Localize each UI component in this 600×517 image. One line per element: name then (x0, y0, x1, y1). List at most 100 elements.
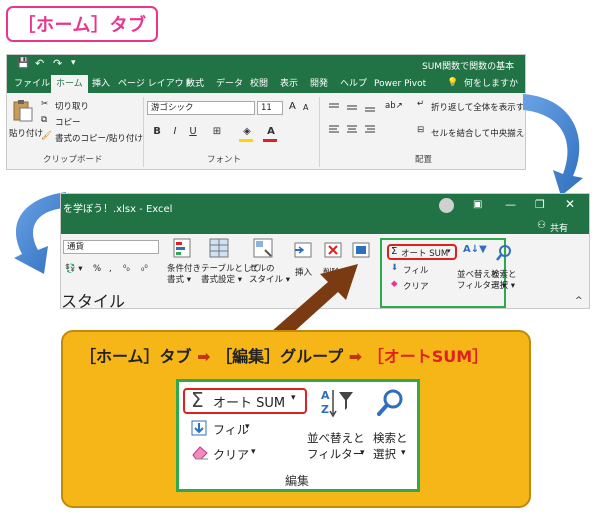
format-painter-button[interactable]: 書式のコピー/貼り付け (55, 132, 143, 144)
find-select-label-1[interactable]: 検索と (373, 430, 408, 446)
merge-icon[interactable]: ⊟ (417, 125, 424, 135)
chevron-down-icon[interactable]: ▾ (291, 393, 296, 403)
tab-developer[interactable]: 開発 (305, 75, 333, 93)
chevron-down-icon[interactable]: ▾ (245, 422, 250, 432)
copy-icon[interactable]: ⧉ (41, 115, 47, 125)
title-bar-2: を学ぼう！.xlsx - Excel ▣ — ❐ ✕ (61, 194, 589, 218)
find-select-button[interactable]: 検索と 選択 ▾ (491, 270, 517, 292)
undo-icon[interactable]: ↶ (35, 57, 44, 70)
curved-arrow-right (523, 94, 583, 196)
sort-filter-icon[interactable]: A↓▼ (463, 244, 487, 255)
tab-file[interactable]: ファイル (9, 75, 55, 93)
share-icon[interactable]: ⚇ (537, 220, 546, 231)
ribbon-tabs-2: ⚇ 共有 (61, 218, 589, 234)
home-tab-callout: ［ホーム］タブ (6, 6, 158, 42)
copy-button[interactable]: コピー (55, 116, 81, 128)
borders-icon[interactable]: ⊞ (209, 125, 225, 139)
tab-formulas[interactable]: 数式 (181, 75, 209, 93)
eraser-icon[interactable] (191, 444, 209, 460)
separator (143, 97, 144, 167)
tell-me-box[interactable]: 何をしますか (459, 75, 523, 93)
orientation-icon[interactable]: ab↗ (385, 101, 403, 111)
restore-icon[interactable]: ❐ (535, 198, 545, 211)
magnifier-icon[interactable] (375, 388, 405, 418)
format-as-table-icon[interactable] (209, 238, 229, 258)
conditional-format-button[interactable]: 条件付き 書式 ▾ (167, 264, 201, 286)
font-color-icon[interactable]: A (263, 125, 279, 139)
wrap-text-icon[interactable]: ↵ (417, 99, 424, 109)
minimize-icon[interactable]: — (505, 198, 516, 211)
fill-icon[interactable]: ⬇ (391, 263, 398, 273)
fill-down-icon[interactable] (191, 420, 207, 436)
tab-help[interactable]: ヘルプ (335, 75, 372, 93)
tab-insert[interactable]: 挿入 (87, 75, 115, 93)
svg-text:A: A (321, 389, 330, 402)
autosum-button-zoom[interactable]: オート SUM (213, 392, 285, 411)
font-name-select[interactable]: 游ゴシック (147, 101, 255, 115)
italic-button[interactable]: I (167, 125, 183, 139)
paste-button[interactable]: 貼り付け (9, 127, 43, 139)
navigation-path: ［ホーム］タブ ➡ ［編集］グループ ➡ ［オートSUM］ (80, 343, 488, 369)
chevron-down-icon[interactable]: ▾ (360, 448, 365, 458)
title-bar: 💾 ↶ ↷ ▾ SUM関数で関数の基本 (7, 55, 525, 75)
fill-button[interactable]: フィル (403, 264, 428, 276)
chevron-down-icon[interactable]: ▾ (401, 448, 406, 458)
comma-button[interactable]: , (109, 264, 112, 274)
format-cells-icon[interactable] (351, 240, 371, 260)
collapse-ribbon-icon[interactable]: ^ (575, 296, 583, 306)
autosum-button[interactable]: オート SUM (401, 247, 448, 259)
sort-filter-label-1[interactable]: 並べ替えと (307, 430, 365, 446)
clear-icon[interactable]: ◆ (391, 279, 398, 289)
shrink-font-button[interactable]: A (303, 103, 308, 112)
merge-center-button[interactable]: セルを結合して中央揃え (431, 127, 524, 139)
clear-button-zoom[interactable]: クリア (213, 446, 249, 463)
sigma-icon[interactable]: Σ (391, 246, 397, 257)
autosum-dropdown-icon[interactable]: ▾ (447, 247, 451, 255)
save-icon[interactable]: 💾 (17, 58, 29, 69)
fill-color-icon[interactable]: ◈ (239, 125, 255, 139)
percent-button[interactable]: % (93, 264, 101, 274)
font-color-swatch (263, 139, 277, 142)
tab-home[interactable]: ホーム (51, 75, 88, 93)
find-select-label-2[interactable]: 選択 (373, 446, 396, 462)
sort-filter-label-2[interactable]: フィルター (307, 446, 364, 462)
clear-button[interactable]: クリア (403, 280, 429, 292)
conditional-format-icon[interactable] (173, 238, 191, 258)
decrease-decimal-icon[interactable]: ₀⁰ (141, 264, 148, 274)
cut-button[interactable]: 切り取り (55, 100, 89, 112)
sigma-icon[interactable]: Σ (191, 388, 204, 412)
tab-data[interactable]: データ (211, 75, 248, 93)
ribbon-display-icon[interactable]: ▣ (473, 199, 482, 210)
account-avatar[interactable] (439, 198, 454, 213)
wrap-text-button[interactable]: 折り返して全体を表示する (431, 101, 525, 113)
insert-cells-icon[interactable] (293, 240, 313, 260)
path-editing-group: ［編集］グループ (216, 347, 344, 366)
fill-color-swatch (239, 139, 253, 142)
font-size-select[interactable]: 11 (257, 101, 283, 115)
tab-view[interactable]: 表示 (275, 75, 303, 93)
find-select-icon[interactable] (495, 244, 513, 262)
delete-cells-icon[interactable] (323, 240, 343, 260)
cut-icon[interactable]: ✂ (41, 99, 48, 109)
paste-icon[interactable] (11, 99, 33, 123)
bold-button[interactable]: B (149, 125, 165, 139)
lightbulb-icon: 💡 (447, 78, 459, 88)
tab-review[interactable]: 校閲 (245, 75, 273, 93)
share-button[interactable]: 共有 (550, 221, 568, 234)
grow-font-button[interactable]: A (289, 101, 296, 112)
redo-icon[interactable]: ↷ (53, 57, 62, 70)
format-painter-icon[interactable]: 🖌 (41, 131, 52, 141)
tab-power-pivot[interactable]: Power Pivot (369, 75, 431, 93)
ribbon-tabs: ファイル ホーム 挿入 ページ レイアウト 数式 データ 校閲 表示 開発 ヘル… (7, 75, 525, 93)
currency-icon[interactable]: 💱 ▾ (65, 264, 83, 274)
cell-styles-icon[interactable] (253, 238, 273, 258)
fill-button-zoom[interactable]: フィル (213, 421, 249, 438)
number-format-select[interactable]: 通貨 (63, 240, 159, 254)
editing-group-zoom: Σ オート SUM ▾ フィル ▾ クリア ▾ A Z 並べ替えと フィルター … (176, 379, 420, 492)
close-icon[interactable]: ✕ (565, 197, 575, 211)
qat-customize-icon[interactable]: ▾ (71, 58, 76, 68)
underline-button[interactable]: U (185, 125, 201, 139)
chevron-down-icon[interactable]: ▾ (251, 447, 256, 457)
increase-decimal-icon[interactable]: ⁰₀ (123, 264, 130, 274)
sort-filter-icon[interactable]: A Z (319, 386, 355, 420)
